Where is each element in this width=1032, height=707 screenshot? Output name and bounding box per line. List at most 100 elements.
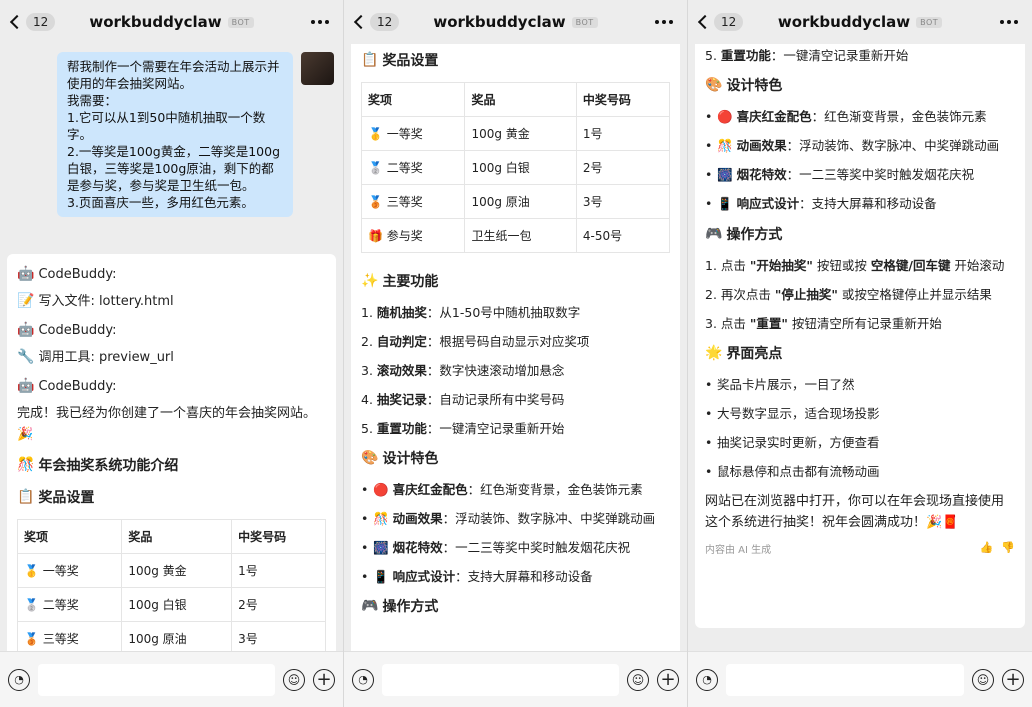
list-item: 2. 再次点击 "停止抽奖" 或按空格键停止并显示结果 [705, 287, 992, 302]
plus-icon[interactable]: + [1002, 668, 1024, 691]
chat-title: workbuddyclaw [777, 13, 911, 31]
gift-icon: 🎁 [368, 229, 383, 243]
list-item: 5. 重置功能：一键清空记录重新开始 [361, 421, 565, 436]
robot-icon: 🤖 [17, 266, 35, 282]
table-row: 🎁 参与奖 卫生纸一包 4-50号 [360, 218, 671, 253]
list-item: 2. 自动判定：根据号码自动显示对应奖项 [361, 334, 590, 349]
table-row: 🥉 三等奖 100g 原油 3号 [360, 184, 671, 219]
prize-table: 奖项 奖品 中奖号码 🥇 一等奖 100g 黄金 1号 🥈 二等奖 100g 白银 2号 🥉… [360, 82, 671, 253]
back-button[interactable]: 12 [8, 13, 56, 31]
chat-pane-1: 12 workbuddyclaw BOT 帮我制作一个需要在年会活动上展示并使用… [0, 0, 344, 707]
bot-tag: BOT [916, 16, 943, 28]
voice-icon[interactable]: ◔ [8, 668, 30, 691]
user-message: 帮我制作一个需要在年会活动上展示并使用的年会抽奖网站。 我需要： 1.它可以从1… [57, 52, 335, 217]
avatar[interactable] [301, 52, 334, 85]
more-dots-icon[interactable] [311, 20, 329, 24]
message-input[interactable] [382, 663, 619, 696]
confetti-icon: 🎊 [373, 511, 389, 526]
gold-medal-icon: 🥇 [368, 127, 383, 141]
silver-medal-icon: 🥈 [368, 161, 383, 175]
input-bar: ◔ ☺ + [344, 651, 687, 707]
plus-icon[interactable]: + [313, 668, 335, 691]
gamepad-icon: 🎮 [361, 598, 379, 614]
design-heading: 🎨 设计特色 [361, 450, 439, 467]
list-item: 1. 随机抽奖：从1-50号中随机抽取数字 [361, 305, 581, 320]
memo-icon: 📝 [17, 293, 35, 309]
list-item: 📱 响应式设计：支持大屏幕和移动设备 [361, 567, 670, 587]
chat-header: 12 workbuddyclaw BOT [0, 0, 343, 44]
unread-badge: 12 [370, 13, 400, 31]
bronze-medal-icon: 🥉 [24, 632, 39, 646]
clipboard-icon: 📋 [361, 52, 379, 68]
clipboard-icon: 📋 [17, 489, 35, 505]
red-circle-icon: 🔴 [717, 109, 733, 124]
list-item: 🔴 喜庆红金配色：红色渐变背景，金色装饰元素 [361, 480, 670, 500]
thumbs-down-icon[interactable]: 👎 [1001, 541, 1015, 556]
robot-icon: 🤖 [17, 378, 35, 394]
message-input[interactable] [726, 663, 964, 696]
message-input[interactable] [38, 663, 275, 696]
features-list: 1. 随机抽奖：从1-50号中随机抽取数字 2. 自动判定：根据号码自动显示对应… [361, 303, 670, 438]
table-row: 🥉 三等奖 100g 原油 3号 [16, 621, 326, 651]
fireworks-icon: 🎆 [373, 540, 389, 555]
sparkles-icon: ✨ [361, 273, 379, 289]
features-heading: ✨ 主要功能 [361, 273, 439, 290]
prize-heading: 📋 奖品设置 [17, 489, 95, 506]
operation-heading: 🎮 操作方式 [361, 598, 439, 615]
list-item: 1. 点击 "开始抽奖" 按钮或按 空格键/回车键 开始滚动 [705, 258, 1005, 273]
more-dots-icon[interactable] [655, 20, 673, 24]
bot-tag: BOT [227, 16, 254, 28]
table-row: 🥈 二等奖 100g 白银 2号 [16, 587, 326, 622]
list-item: 4. 抽奖记录：自动记录所有中奖号码 [361, 392, 565, 407]
chat-pane-2: 12 workbuddyclaw BOT 📋 奖品设置 奖项 奖品 中奖号码 🥇 一等… [344, 0, 688, 707]
thumbs-up-icon[interactable]: 👍 [980, 541, 994, 556]
voice-icon[interactable]: ◔ [352, 668, 374, 691]
list-item: 🔴 喜庆红金配色：红色渐变背景，金色装饰元素 [705, 107, 1015, 127]
smile-icon[interactable]: ☺ [283, 668, 305, 691]
more-dots-icon[interactable] [1000, 20, 1018, 24]
phone-icon: 📱 [717, 196, 733, 211]
chevron-left-icon [9, 14, 25, 30]
list-item: 3. 点击 "重置" 按钮清空所有记录重新开始 [705, 316, 942, 331]
design-list: 🔴 喜庆红金配色：红色渐变背景，金色装饰元素 🎊 动画效果：浮动装饰、数字脉冲、… [705, 107, 1015, 214]
design-list: 🔴 喜庆红金配色：红色渐变背景，金色装饰元素 🎊 动画效果：浮动装饰、数字脉冲、… [361, 480, 670, 587]
silver-medal-icon: 🥈 [24, 598, 39, 612]
user-bubble: 帮我制作一个需要在年会活动上展示并使用的年会抽奖网站。 我需要： 1.它可以从1… [57, 52, 293, 217]
chat-title: workbuddyclaw [89, 13, 222, 31]
chevron-left-icon [697, 14, 713, 30]
palette-icon: 🎨 [361, 450, 379, 466]
ai-note: 内容由 AI 生成 [705, 545, 772, 556]
red-circle-icon: 🔴 [373, 482, 389, 497]
completion-text: 完成！我已经为你创建了一个喜庆的年会抽奖网站。🎉 [17, 406, 317, 442]
list-item: 抽奖记录实时更新，方便查看 [705, 433, 1015, 453]
smile-icon[interactable]: ☺ [627, 668, 649, 691]
list-item: 3. 滚动效果：数字快速滚动增加悬念 [361, 363, 565, 378]
chat-pane-3: 12 workbuddyclaw BOT 5. 重置功能：一键清空记录重新开始 … [688, 0, 1032, 707]
bronze-medal-icon: 🥉 [368, 195, 383, 209]
phone-icon: 📱 [373, 569, 389, 584]
input-bar: ◔ ☺ + [688, 651, 1032, 707]
prize-heading: 📋 奖品设置 [361, 52, 439, 69]
star-icon: 🌟 [705, 345, 723, 361]
list-item: 🎆 烟花特效：一二三等奖中奖时触发烟花庆祝 [705, 165, 1015, 185]
gamepad-icon: 🎮 [705, 226, 723, 242]
robot-icon: 🤖 [17, 322, 35, 338]
bot-message: 5. 重置功能：一键清空记录重新开始 🎨设计特色 🔴 喜庆红金配色：红色渐变背景… [695, 44, 1025, 628]
smile-icon[interactable]: ☺ [972, 668, 994, 691]
prize-table: 奖项 奖品 中奖号码 🥇 一等奖 100g 黄金 1号 🥈 二等奖 100g 白银 2号 🥉… [16, 519, 326, 651]
plus-icon[interactable]: + [657, 668, 679, 691]
list-item: 5. 重置功能：一键清空记录重新开始 [705, 48, 909, 63]
voice-icon[interactable]: ◔ [696, 668, 718, 691]
list-item: 大号数字显示，适合现场投影 [705, 404, 1015, 424]
list-item: 🎊 动画效果：浮动装饰、数字脉冲、中奖弹跳动画 [705, 136, 1015, 156]
unread-badge: 12 [26, 13, 56, 31]
operation-list: 1. 点击 "开始抽奖" 按钮或按 空格键/回车键 开始滚动 2. 再次点击 "… [705, 256, 1015, 333]
highlights-list: 奖品卡片展示，一目了然 大号数字显示，适合现场投影 抽奖记录实时更新，方便查看 … [705, 375, 1015, 482]
back-button[interactable]: 12 [696, 13, 744, 31]
list-item: 🎊 动画效果：浮动装饰、数字脉冲、中奖弹跳动画 [361, 509, 670, 529]
list-item: 奖品卡片展示，一目了然 [705, 375, 1015, 395]
back-button[interactable]: 12 [352, 13, 400, 31]
bot-tag: BOT [571, 16, 598, 28]
closing-text: 网站已在浏览器中打开，你可以在年会现场直接使用这个系统进行抽奖！祝年会圆满成功！… [705, 494, 1005, 530]
confetti-icon: 🎊 [717, 138, 733, 153]
